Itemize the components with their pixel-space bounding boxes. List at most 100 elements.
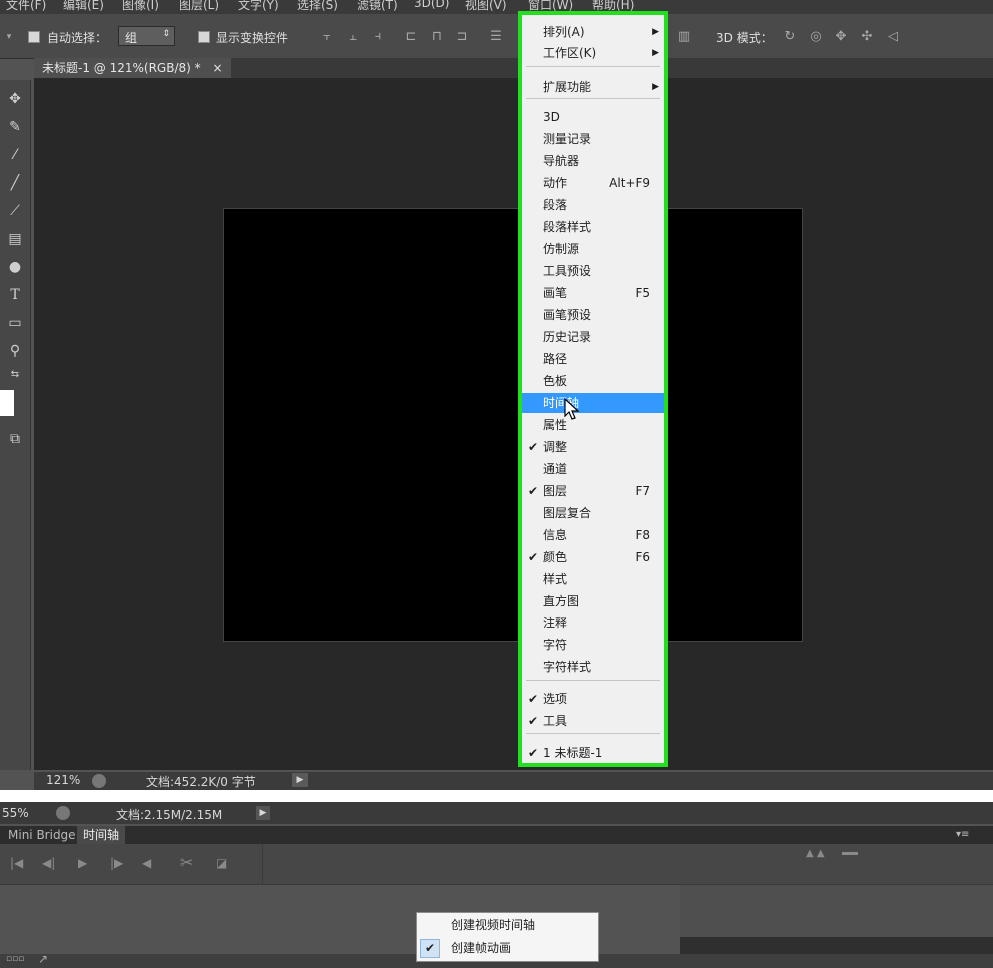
tab-timeline[interactable]: 时间轴 [77, 826, 126, 844]
zoom-level[interactable]: 121% [46, 773, 80, 787]
window-menu-item[interactable]: 测量记录 [522, 129, 664, 149]
first-frame-icon[interactable]: |◀ [10, 856, 23, 870]
audio-icon[interactable]: ◀ [142, 856, 151, 870]
background-color-swatch[interactable] [0, 390, 14, 416]
play-icon[interactable]: ▶ [78, 856, 87, 870]
drag-3d-icon[interactable]: ✥ [834, 30, 848, 44]
align-top-icon[interactable]: ⫟ [320, 30, 334, 44]
window-menu-item[interactable]: 段落样式 [522, 217, 664, 237]
window-menu-item[interactable]: 字符样式 [522, 657, 664, 677]
gradient-tool-icon[interactable]: ▤ [6, 230, 24, 248]
move-tool-icon[interactable]: ✥ [6, 90, 24, 108]
window-menu-item[interactable]: 信息 F8 [522, 525, 664, 545]
tool-preset-arrow-icon[interactable]: ▾ [2, 30, 16, 44]
align-hcenter-icon[interactable]: ⊓ [430, 30, 444, 44]
window-menu-item[interactable]: 导航器 [522, 151, 664, 171]
window-menu-item[interactable]: ✔ 选项 [522, 689, 664, 709]
window-menu-item[interactable]: 段落 [522, 195, 664, 215]
panel-menu-icon[interactable]: ▾≡ [950, 826, 975, 844]
window-menu-item-shortcut: F8 [635, 528, 650, 542]
slide-3d-icon[interactable]: ✣ [860, 30, 874, 44]
window-menu-item[interactable]: 属性 [522, 415, 664, 435]
window-menu-item[interactable]: 工作区(K) ▶ [522, 43, 664, 63]
bottom-zoom-level[interactable]: 55% [2, 806, 29, 820]
window-menu-item[interactable]: 通道 [522, 459, 664, 479]
window-menu-item[interactable]: 直方图 [522, 591, 664, 611]
rotate-3d-icon[interactable]: ↻ [783, 30, 797, 44]
menu-file[interactable]: 文件(F) [6, 0, 46, 13]
window-menu-item[interactable]: 动作 Alt+F9 [522, 173, 664, 193]
zoom-slider[interactable] [842, 852, 858, 855]
status-menu-arrow-icon[interactable]: ▶ [292, 773, 308, 787]
menu-3d[interactable]: 3D(D) [414, 0, 449, 10]
transition-icon[interactable]: ◪ [216, 856, 227, 870]
split-scissors-icon[interactable]: ✂ [180, 853, 193, 872]
window-menu-item-label: 调整 [543, 440, 568, 454]
prev-frame-icon[interactable]: ◀| [42, 856, 55, 870]
type-tool-icon[interactable]: T [6, 286, 24, 304]
show-transform-checkbox[interactable] [198, 31, 210, 43]
tab-mini-bridge[interactable]: Mini Bridge [2, 826, 82, 844]
create-frame-animation-option[interactable]: ✔ 创建帧动画 [417, 937, 598, 960]
window-menu-item[interactable]: 图层复合 [522, 503, 664, 523]
window-menu-item[interactable]: 扩展功能 ▶ [522, 77, 664, 97]
align-left-icon[interactable]: ⊏ [404, 30, 418, 44]
screen-mode-icon[interactable]: ⧉ [6, 430, 24, 448]
checkmark-icon: ✔ [528, 714, 539, 728]
quick-selection-tool-icon[interactable]: ✎ [6, 118, 24, 136]
bottom-status-arrow-icon[interactable]: ▶ [256, 806, 270, 820]
convert-frames-icon[interactable]: ▫▫▫ [6, 954, 24, 964]
align-bottom-icon[interactable]: ⫞ [371, 30, 385, 44]
align-vcenter-icon[interactable]: ⫠ [346, 30, 360, 44]
window-menu-item[interactable]: ✔ 1 未标题-1 [522, 743, 664, 763]
window-menu-item[interactable]: 注释 [522, 613, 664, 633]
menu-image[interactable]: 图像(I) [122, 0, 159, 13]
menu-view[interactable]: 视图(V) [465, 0, 507, 13]
brush-tool-icon[interactable]: ╱ [6, 174, 24, 192]
eyedropper-tool-icon[interactable]: ⁄ [6, 146, 24, 164]
align-right-icon[interactable]: ⊐ [455, 30, 469, 44]
window-menu-item[interactable]: 色板 [522, 371, 664, 391]
window-menu-item[interactable]: 3D [522, 107, 664, 127]
document-canvas[interactable] [223, 208, 803, 642]
scale-3d-icon[interactable]: ◁ [886, 30, 900, 44]
auto-align-icon[interactable]: ▥ [677, 30, 691, 44]
swap-colors-icon[interactable]: ⇆ [6, 366, 24, 384]
history-brush-tool-icon[interactable]: ⟋ [6, 202, 24, 220]
timeline-scrollbar[interactable] [680, 937, 993, 954]
auto-select-dropdown[interactable]: 组 ⇕ [118, 26, 175, 46]
document-tab[interactable]: 未标题-1 @ 121%(RGB/8) * × [34, 58, 231, 78]
dodge-tool-icon[interactable]: ● [6, 258, 24, 276]
roll-3d-icon[interactable]: ◎ [809, 30, 823, 44]
window-menu-item[interactable]: 仿制源 [522, 239, 664, 259]
rectangle-tool-icon[interactable]: ▭ [6, 314, 24, 332]
window-menu-item[interactable]: 样式 [522, 569, 664, 589]
window-menu-item[interactable]: 排列(A) ▶ [522, 22, 664, 42]
window-menu-item[interactable]: 时间轴 [522, 393, 664, 413]
zoom-tool-icon[interactable]: ⚲ [6, 342, 24, 360]
menu-edit[interactable]: 编辑(E) [63, 0, 104, 13]
next-frame-icon[interactable]: |▶ [110, 856, 123, 870]
create-video-timeline-option[interactable]: 创建视频时间轴 [417, 914, 598, 937]
window-menu-item[interactable]: 画笔预设 [522, 305, 664, 325]
render-icon[interactable]: ↗ [38, 952, 48, 966]
window-menu-item[interactable]: 历史记录 [522, 327, 664, 347]
window-menu-item[interactable]: ✔ 调整 [522, 437, 664, 457]
window-menu-item[interactable]: ✔ 颜色 F6 [522, 547, 664, 567]
menu-layer[interactable]: 图层(L) [179, 0, 219, 13]
close-icon[interactable]: × [212, 61, 222, 75]
distribute-top-icon[interactable]: ☰ [489, 30, 503, 44]
auto-select-checkbox[interactable] [28, 31, 40, 43]
window-menu-item[interactable]: 字符 [522, 635, 664, 655]
zoom-out-icon[interactable]: ▲ ▲ [806, 848, 825, 859]
window-menu-item[interactable]: 工具预设 [522, 261, 664, 281]
menu-type[interactable]: 文字(Y) [238, 0, 279, 13]
window-menu-item[interactable]: 画笔 F5 [522, 283, 664, 303]
menu-select[interactable]: 选择(S) [297, 0, 338, 13]
timeline-controls: |◀ ◀| ▶ |▶ ◀ ✂ ◪ ▲ ▲ [0, 844, 993, 885]
window-menu-item[interactable]: ✔ 工具 [522, 711, 664, 731]
menu-filter[interactable]: 滤镜(T) [357, 0, 398, 13]
checkmark-icon: ✔ [528, 692, 539, 706]
window-menu-item[interactable]: ✔ 图层 F7 [522, 481, 664, 501]
window-menu-item[interactable]: 路径 [522, 349, 664, 369]
